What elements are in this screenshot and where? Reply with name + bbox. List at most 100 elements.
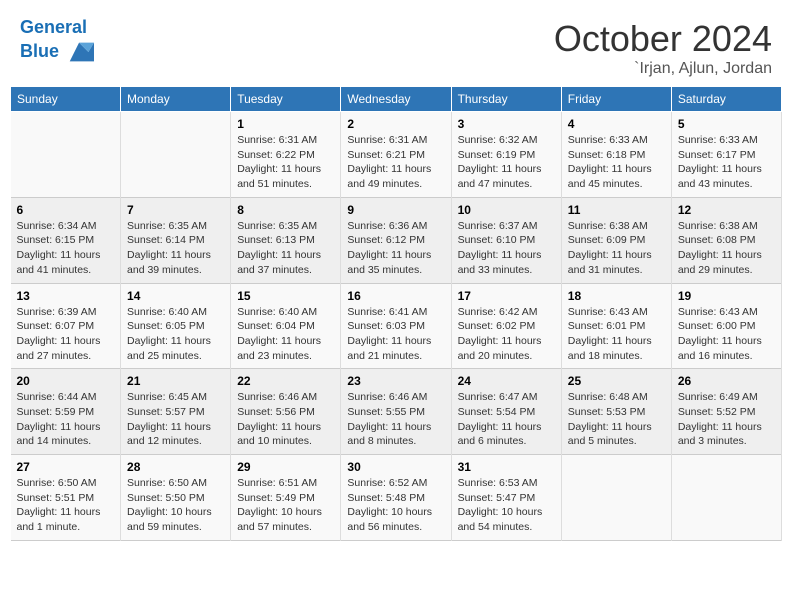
day-number: 10 [458,203,555,217]
calendar-cell: 4 Sunrise: 6:33 AMSunset: 6:18 PMDaylight… [561,112,671,198]
calendar-cell: 6Sunrise: 6:34 AMSunset: 6:15 PMDaylight… [11,197,121,283]
day-number: 20 [17,374,115,388]
calendar-cell: 18Sunrise: 6:43 AMSunset: 6:01 PMDayligh… [561,283,671,369]
day-info: Sunrise: 6:43 AMSunset: 6:00 PMDaylight:… [678,305,775,364]
day-info: Sunrise: 6:51 AMSunset: 5:49 PMDaylight:… [237,476,334,535]
day-info: Sunrise: 6:32 AMSunset: 6:19 PMDaylight:… [458,133,555,192]
day-info: Sunrise: 6:38 AMSunset: 6:09 PMDaylight:… [568,219,665,278]
calendar-cell: 14 Sunrise: 6:40 AMSunset: 6:05 PMDayligh… [121,283,231,369]
calendar-cell: 26 Sunrise: 6:49 AMSunset: 5:52 PMDayligh… [671,369,781,455]
day-number: 14 [127,289,224,303]
calendar-cell: 24Sunrise: 6:47 AMSunset: 5:54 PMDayligh… [451,369,561,455]
calendar-cell [11,112,121,198]
calendar-cell: 19 Sunrise: 6:43 AMSunset: 6:00 PMDayligh… [671,283,781,369]
day-info: Sunrise: 6:46 AMSunset: 5:56 PMDaylight:… [237,390,334,449]
weekday-header: Sunday [11,87,121,112]
calendar-cell: 8 Sunrise: 6:35 AMSunset: 6:13 PMDaylight… [231,197,341,283]
day-info: Sunrise: 6:50 AMSunset: 5:50 PMDaylight:… [127,476,224,535]
day-number: 17 [458,289,555,303]
calendar-cell: 7Sunrise: 6:35 AMSunset: 6:14 PMDaylight… [121,197,231,283]
weekday-header: Monday [121,87,231,112]
calendar-cell: 23 Sunrise: 6:46 AMSunset: 5:55 PMDayligh… [341,369,451,455]
logo: General Blue [20,18,94,66]
calendar-cell: 27 Sunrise: 6:50 AMSunset: 5:51 PMDayligh… [11,455,121,541]
day-info: Sunrise: 6:33 AMSunset: 6:18 PMDaylight:… [568,133,665,192]
day-number: 25 [568,374,665,388]
calendar-table: SundayMondayTuesdayWednesdayThursdayFrid… [10,86,782,541]
day-info: Sunrise: 6:48 AMSunset: 5:53 PMDaylight:… [568,390,665,449]
calendar-week-row: 1 Sunrise: 6:31 AMSunset: 6:22 PMDaylight… [11,112,782,198]
day-number: 5 [678,117,775,131]
calendar-cell: 16Sunrise: 6:41 AMSunset: 6:03 PMDayligh… [341,283,451,369]
calendar-week-row: 6Sunrise: 6:34 AMSunset: 6:15 PMDaylight… [11,197,782,283]
calendar-cell: 15 Sunrise: 6:40 AMSunset: 6:04 PMDayligh… [231,283,341,369]
calendar-cell: 2Sunrise: 6:31 AMSunset: 6:21 PMDaylight… [341,112,451,198]
calendar-cell: 29Sunrise: 6:51 AMSunset: 5:49 PMDayligh… [231,455,341,541]
calendar-cell: 10 Sunrise: 6:37 AMSunset: 6:10 PMDayligh… [451,197,561,283]
calendar-cell: 22 Sunrise: 6:46 AMSunset: 5:56 PMDayligh… [231,369,341,455]
day-info: Sunrise: 6:41 AMSunset: 6:03 PMDaylight:… [347,305,444,364]
calendar-cell [121,112,231,198]
logo-text: General [20,18,94,38]
calendar-week-row: 20 Sunrise: 6:44 AMSunset: 5:59 PMDayligh… [11,369,782,455]
calendar-cell: 13Sunrise: 6:39 AMSunset: 6:07 PMDayligh… [11,283,121,369]
day-number: 30 [347,460,444,474]
day-info: Sunrise: 6:52 AMSunset: 5:48 PMDaylight:… [347,476,444,535]
month-title: October 2024 [554,18,772,60]
weekday-header: Saturday [671,87,781,112]
calendar-cell: 25 Sunrise: 6:48 AMSunset: 5:53 PMDayligh… [561,369,671,455]
calendar-cell: 12 Sunrise: 6:38 AMSunset: 6:08 PMDayligh… [671,197,781,283]
day-number: 22 [237,374,334,388]
calendar-cell: 28 Sunrise: 6:50 AMSunset: 5:50 PMDayligh… [121,455,231,541]
calendar-cell: 20 Sunrise: 6:44 AMSunset: 5:59 PMDayligh… [11,369,121,455]
day-number: 18 [568,289,665,303]
calendar-cell: 5 Sunrise: 6:33 AMSunset: 6:17 PMDaylight… [671,112,781,198]
day-info: Sunrise: 6:44 AMSunset: 5:59 PMDaylight:… [17,390,115,449]
day-info: Sunrise: 6:50 AMSunset: 5:51 PMDaylight:… [17,476,115,535]
calendar-cell [561,455,671,541]
calendar-cell: 1 Sunrise: 6:31 AMSunset: 6:22 PMDaylight… [231,112,341,198]
day-number: 28 [127,460,224,474]
calendar-cell: 31 Sunrise: 6:53 AMSunset: 5:47 PMDayligh… [451,455,561,541]
day-number: 3 [458,117,555,131]
day-number: 1 [237,117,334,131]
day-info: Sunrise: 6:37 AMSunset: 6:10 PMDaylight:… [458,219,555,278]
calendar-cell: 9 Sunrise: 6:36 AMSunset: 6:12 PMDaylight… [341,197,451,283]
day-info: Sunrise: 6:40 AMSunset: 6:05 PMDaylight:… [127,305,224,364]
day-number: 31 [458,460,555,474]
day-number: 12 [678,203,775,217]
calendar-week-row: 13Sunrise: 6:39 AMSunset: 6:07 PMDayligh… [11,283,782,369]
day-info: Sunrise: 6:49 AMSunset: 5:52 PMDaylight:… [678,390,775,449]
day-number: 19 [678,289,775,303]
weekday-header: Wednesday [341,87,451,112]
location-title: `Irjan, Ajlun, Jordan [554,60,772,78]
day-info: Sunrise: 6:46 AMSunset: 5:55 PMDaylight:… [347,390,444,449]
day-number: 8 [237,203,334,217]
calendar-cell: 21 Sunrise: 6:45 AMSunset: 5:57 PMDayligh… [121,369,231,455]
day-number: 23 [347,374,444,388]
calendar-cell: 3 Sunrise: 6:32 AMSunset: 6:19 PMDaylight… [451,112,561,198]
day-info: Sunrise: 6:38 AMSunset: 6:08 PMDaylight:… [678,219,775,278]
day-info: Sunrise: 6:31 AMSunset: 6:21 PMDaylight:… [347,133,444,192]
day-info: Sunrise: 6:40 AMSunset: 6:04 PMDaylight:… [237,305,334,364]
day-info: Sunrise: 6:35 AMSunset: 6:13 PMDaylight:… [237,219,334,278]
weekday-header: Friday [561,87,671,112]
day-number: 4 [568,117,665,131]
day-info: Sunrise: 6:31 AMSunset: 6:22 PMDaylight:… [237,133,334,192]
day-info: Sunrise: 6:42 AMSunset: 6:02 PMDaylight:… [458,305,555,364]
day-info: Sunrise: 6:36 AMSunset: 6:12 PMDaylight:… [347,219,444,278]
calendar-week-row: 27 Sunrise: 6:50 AMSunset: 5:51 PMDayligh… [11,455,782,541]
title-block: October 2024 `Irjan, Ajlun, Jordan [554,18,772,78]
logo-subtext: Blue [20,38,94,66]
day-info: Sunrise: 6:53 AMSunset: 5:47 PMDaylight:… [458,476,555,535]
day-number: 26 [678,374,775,388]
page-header: General Blue October 2024 `Irjan, Ajlun,… [10,10,782,82]
day-info: Sunrise: 6:33 AMSunset: 6:17 PMDaylight:… [678,133,775,192]
day-number: 15 [237,289,334,303]
day-info: Sunrise: 6:45 AMSunset: 5:57 PMDaylight:… [127,390,224,449]
day-number: 27 [17,460,115,474]
day-number: 9 [347,203,444,217]
calendar-cell: 11Sunrise: 6:38 AMSunset: 6:09 PMDayligh… [561,197,671,283]
day-number: 21 [127,374,224,388]
day-number: 13 [17,289,115,303]
